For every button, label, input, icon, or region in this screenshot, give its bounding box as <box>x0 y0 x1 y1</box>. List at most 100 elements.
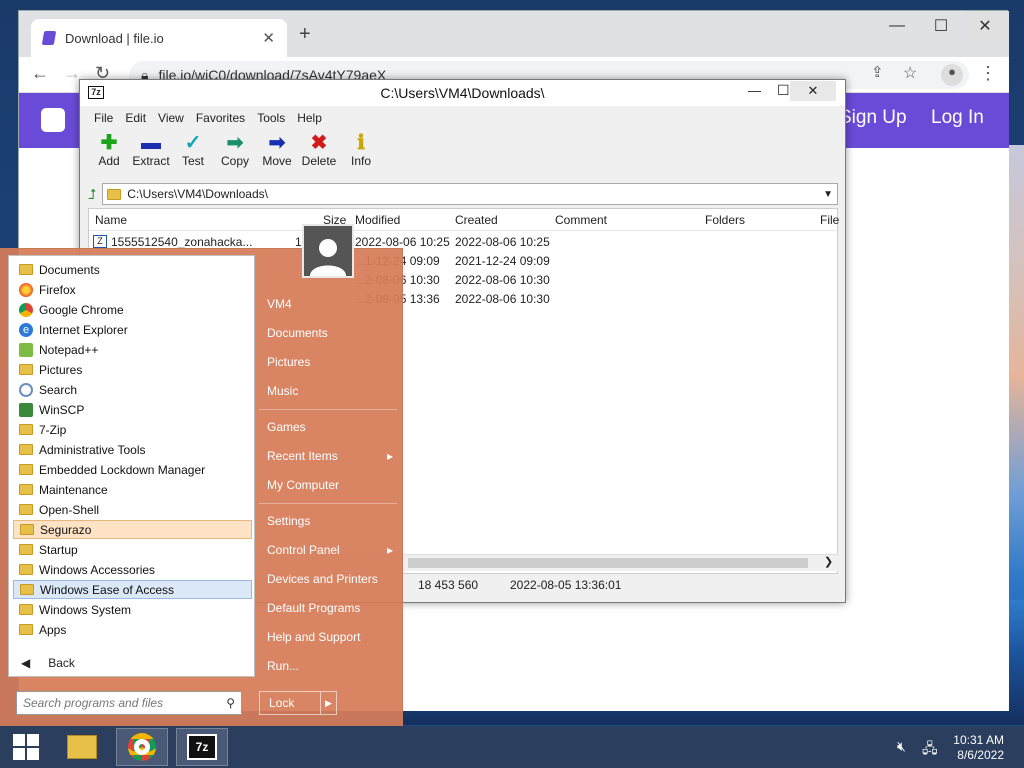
start-item-help-support[interactable]: Help and Support <box>267 630 397 644</box>
start-item-user[interactable]: VM4 <box>267 297 397 311</box>
program-documents[interactable]: Documents <box>13 260 252 279</box>
close-window-icon[interactable]: ✕ <box>790 81 836 101</box>
col-created[interactable]: Created <box>455 213 498 227</box>
close-tab-icon[interactable]: ✕ <box>262 29 275 47</box>
volume-muted-icon[interactable]: 🔇︎ <box>897 738 906 755</box>
col-name[interactable]: Name <box>95 213 127 227</box>
chevron-right-icon[interactable]: ▶ <box>320 692 336 714</box>
path-text: C:\Users\VM4\Downloads\ <box>127 187 268 201</box>
maximize-icon[interactable]: ☐ <box>919 11 963 41</box>
taskbar-7zip[interactable]: 7z <box>176 728 228 766</box>
move-button[interactable]: ➡ Move <box>256 132 298 178</box>
program-notepadpp[interactable]: Notepad++ <box>13 340 252 359</box>
program-startup[interactable]: Startup <box>13 540 252 559</box>
extract-button[interactable]: ▬ Extract <box>130 132 172 178</box>
sign-up-link[interactable]: Sign Up <box>839 107 907 129</box>
add-button[interactable]: ✚ Add <box>88 132 130 178</box>
info-button[interactable]: ℹ Info <box>340 132 382 178</box>
program-label: Startup <box>39 542 78 557</box>
copy-label: Copy <box>220 154 249 168</box>
program-winscp[interactable]: WinSCP <box>13 400 252 419</box>
check-icon: ✓ <box>184 132 202 154</box>
start-item-documents[interactable]: Documents <box>267 326 397 340</box>
start-item-settings[interactable]: Settings <box>267 514 397 528</box>
program-admin-tools[interactable]: Administrative Tools <box>13 440 252 459</box>
menu-tools[interactable]: Tools <box>251 107 291 129</box>
minimize-icon[interactable]: — <box>875 11 919 41</box>
back-button[interactable]: ◀ Back <box>8 649 255 677</box>
program-search[interactable]: Search <box>13 380 252 399</box>
menu-help[interactable]: Help <box>291 107 328 129</box>
maximize-icon[interactable]: ☐ <box>777 82 790 99</box>
menu-view[interactable]: View <box>152 107 190 129</box>
program-chrome[interactable]: Google Chrome <box>13 300 252 319</box>
lock-label: Lock <box>269 696 295 710</box>
start-item-music[interactable]: Music <box>267 384 397 398</box>
program-label: Segurazo <box>40 522 92 537</box>
start-item-run[interactable]: Run... <box>267 659 397 673</box>
minimize-icon[interactable]: — <box>748 83 761 98</box>
start-item-pictures[interactable]: Pictures <box>267 355 397 369</box>
start-item-devices-printers[interactable]: Devices and Printers <box>267 572 397 586</box>
clock[interactable]: 10:31 AM 8/6/2022 <box>953 733 1004 763</box>
program-7zip[interactable]: 7-Zip <box>13 420 252 439</box>
menu-dots-icon[interactable]: ⋮ <box>979 63 997 84</box>
program-label: Windows Accessories <box>39 562 156 577</box>
search-input[interactable]: Search programs and files ⚲ <box>16 691 242 715</box>
start-item-my-computer[interactable]: My Computer <box>267 478 397 492</box>
copy-button[interactable]: ➡ Copy <box>214 132 256 178</box>
program-segurazo[interactable]: Segurazo <box>13 520 252 539</box>
start-button[interactable] <box>0 728 52 766</box>
log-in-link[interactable]: Log In <box>931 107 984 129</box>
program-maintenance[interactable]: Maintenance <box>13 480 252 499</box>
program-windows-system[interactable]: Windows System <box>13 600 252 619</box>
test-button[interactable]: ✓ Test <box>172 132 214 178</box>
path-combo[interactable]: C:\Users\VM4\Downloads\ ▼ <box>102 183 838 205</box>
col-folders[interactable]: Folders <box>705 213 745 227</box>
scrollbar-thumb[interactable] <box>408 558 808 568</box>
program-open-shell[interactable]: Open-Shell <box>13 500 252 519</box>
folder-icon <box>19 264 33 275</box>
user-avatar[interactable] <box>302 224 354 278</box>
profile-icon[interactable]: ● <box>941 64 963 86</box>
chevron-down-icon[interactable]: ▼ <box>823 189 837 200</box>
col-file[interactable]: File <box>820 213 839 227</box>
taskbar-chrome[interactable] <box>116 728 168 766</box>
up-folder-icon[interactable]: ⮥ <box>88 186 96 203</box>
menu-edit[interactable]: Edit <box>119 107 152 129</box>
menu-favorites[interactable]: Favorites <box>190 107 251 129</box>
bookmark-star-icon[interactable]: ☆ <box>903 63 917 83</box>
search-icon[interactable]: ⚲ <box>226 696 241 710</box>
browser-tab[interactable]: Download | file.io ✕ <box>31 19 287 57</box>
fileio-logo-icon[interactable] <box>41 108 65 132</box>
start-item-recent-items[interactable]: Recent Items ▸ <box>267 449 397 463</box>
back-arrow-icon[interactable]: ← <box>31 63 49 84</box>
program-lockdown-manager[interactable]: Embedded Lockdown Manager <box>13 460 252 479</box>
start-item-control-panel[interactable]: Control Panel ▸ <box>267 543 397 557</box>
delete-button[interactable]: ✖ Delete <box>298 132 340 178</box>
program-ease-of-access[interactable]: Windows Ease of Access <box>13 580 252 599</box>
close-window-icon[interactable]: ✕ <box>963 11 1007 41</box>
search-icon <box>19 382 33 397</box>
program-windows-accessories[interactable]: Windows Accessories <box>13 560 252 579</box>
separator <box>259 409 397 410</box>
winscp-icon <box>19 402 33 417</box>
menu-file[interactable]: File <box>88 107 119 129</box>
program-ie[interactable]: e Internet Explorer <box>13 320 252 339</box>
start-item-games[interactable]: Games <box>267 420 397 434</box>
taskbar-explorer[interactable] <box>56 728 108 766</box>
col-comment[interactable]: Comment <box>555 213 607 227</box>
share-icon[interactable]: ⇪ <box>871 63 884 81</box>
program-apps[interactable]: Apps <box>13 620 252 639</box>
folder-icon <box>19 624 33 635</box>
network-icon[interactable]: 🖧︎ <box>922 738 938 762</box>
folder-icon <box>19 544 33 555</box>
program-pictures[interactable]: Pictures <box>13 360 252 379</box>
scroll-right-icon[interactable]: ❯ <box>824 555 833 568</box>
lock-button[interactable]: Lock ▶ <box>259 691 337 715</box>
new-tab-icon[interactable]: + <box>299 23 311 46</box>
program-firefox[interactable]: Firefox <box>13 280 252 299</box>
delete-label: Delete <box>301 154 337 168</box>
col-modified[interactable]: Modified <box>355 213 400 227</box>
start-item-default-programs[interactable]: Default Programs <box>267 601 397 615</box>
